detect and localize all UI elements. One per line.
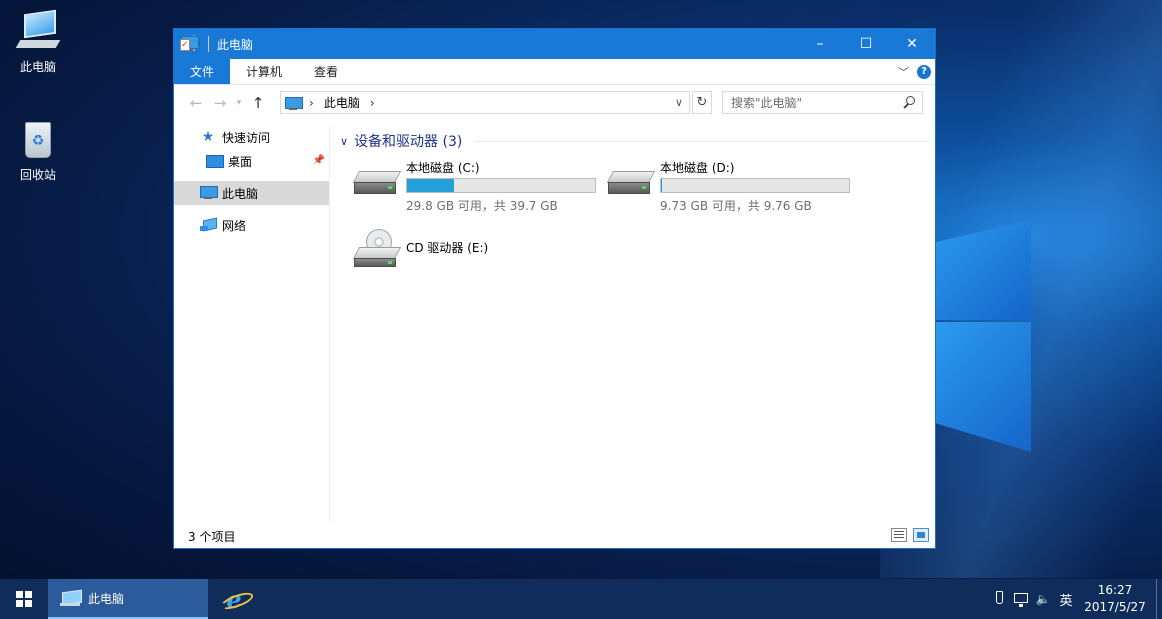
group-header[interactable]: ∨ 设备和驱动器 (3) [340,131,462,151]
recent-locations-chevron-icon[interactable]: ▾ [232,98,246,108]
computer-icon [200,186,218,200]
nav-item-desktop[interactable]: 桌面 📌 [174,149,329,173]
clock[interactable]: 16:27 2017/5/27 [1078,582,1152,616]
address-bar[interactable]: › 此电脑 › ∨ [280,91,690,114]
pin-icon[interactable]: 📌 [313,155,325,166]
windows-wallpaper-logo [936,180,1036,460]
navigation-pane: ★ 快速访问 桌面 📌 此电脑 网络 [174,125,330,523]
clock-time: 16:27 [1097,583,1133,597]
internet-explorer-icon: e [226,584,242,614]
hard-drive-icon [352,159,402,199]
drive-item-e[interactable]: CD 驱动器 (E:) [352,229,489,269]
drive-usage-fill [661,179,662,192]
internet-explorer-button[interactable]: e [210,579,258,619]
drive-free-space: 29.8 GB 可用，共 39.7 GB [406,199,558,213]
group-title: 设备和驱动器 (3) [354,134,463,150]
windows-logo-icon [16,591,32,607]
up-arrow-icon[interactable]: ↑ [246,94,270,112]
nav-item-label: 桌面 [228,154,253,169]
show-desktop-button[interactable] [1156,579,1162,619]
minimize-button[interactable]: – [797,29,843,59]
clock-date: 2017/5/27 [1084,600,1146,614]
computer-icon [60,590,82,606]
window-title: 此电脑 [216,37,253,52]
chevron-right-icon[interactable]: › [370,96,375,110]
cd-drive-icon [352,229,402,269]
expand-ribbon-chevron-icon[interactable]: ﹀ [898,64,909,80]
drive-usage-bar [406,178,596,193]
taskbar: 此电脑 e 🔈 英 16:27 2017/5/27 [0,579,1162,619]
start-button[interactable] [0,579,48,619]
drive-free-space: 9.73 GB 可用，共 9.76 GB [660,199,812,213]
computer-icon [15,9,61,54]
drive-item-d[interactable]: 本地磁盘 (D:) 9.73 GB 可用，共 9.76 GB [606,159,850,214]
nav-item-quick-access[interactable]: ★ 快速访问 [174,125,329,149]
help-icon[interactable]: ? [917,65,931,79]
drive-name: 本地磁盘 (C:) [406,161,480,175]
nav-item-label: 快速访问 [222,130,271,145]
network-icon [200,218,216,232]
large-icons-view-icon[interactable] [913,528,929,542]
tab-view[interactable]: 查看 [298,59,354,84]
network-icon[interactable] [1010,592,1032,607]
nav-item-this-pc[interactable]: 此电脑 [174,181,329,205]
details-view-icon[interactable] [891,528,907,542]
tab-computer[interactable]: 计算机 [230,59,298,84]
title-bar[interactable]: ✓ ▾ 此电脑 – ☐ ✕ [174,29,935,59]
chevron-right-icon[interactable]: › [309,96,314,110]
search-placeholder: 搜索"此电脑" [731,96,803,110]
drive-usage-fill [407,179,454,192]
volume-icon[interactable]: 🔈 [1032,592,1054,606]
system-tray: 🔈 英 16:27 2017/5/27 [988,579,1162,619]
nav-item-label: 网络 [222,218,247,233]
drive-item-c[interactable]: 本地磁盘 (C:) 29.8 GB 可用，共 39.7 GB [352,159,596,214]
close-button[interactable]: ✕ [889,29,935,59]
chevron-down-icon[interactable]: ∨ [669,92,689,113]
hard-drive-icon [606,159,656,199]
star-icon: ★ [201,129,215,145]
drive-name: CD 驱动器 (E:) [406,241,489,255]
refresh-button[interactable]: ↻ [692,91,712,114]
address-path[interactable]: 此电脑 [324,94,360,111]
desktop-icon-recycle-bin[interactable]: ♻ 回收站 [3,118,73,183]
search-icon[interactable] [902,95,916,109]
search-input[interactable]: 搜索"此电脑" [722,91,923,114]
ribbon-tabs: 文件 计算机 查看 ﹀ ? [174,59,935,85]
explorer-window: ✓ ▾ 此电脑 – ☐ ✕ 文件 计算机 查看 ﹀ ? ← → ▾ ↑ › 此电… [173,28,936,549]
divider [474,141,929,142]
properties-icon[interactable]: ✓ [180,39,190,51]
desktop-icon-label: 此电脑 [19,60,56,74]
input-language-indicator[interactable]: 英 [1054,590,1078,609]
recycle-bin-icon: ♻ [16,118,60,162]
back-arrow-icon[interactable]: ← [184,94,208,112]
forward-arrow-icon[interactable]: → [208,94,232,112]
chevron-down-icon[interactable]: ∨ [340,135,348,148]
divider [207,36,209,52]
nav-item-label: 此电脑 [222,186,259,201]
item-count: 3 个项目 [188,529,236,544]
taskbar-item-label: 此电脑 [88,591,125,606]
address-row: ← → ▾ ↑ › 此电脑 › ∨ ↻ 搜索"此电脑" [174,89,935,117]
nav-item-network[interactable]: 网络 [174,213,329,237]
drive-name: 本地磁盘 (D:) [660,161,735,175]
maximize-button[interactable]: ☐ [843,29,889,59]
usb-device-icon[interactable] [988,591,1010,607]
status-bar: 3 个项目 [174,524,935,548]
computer-icon [285,96,303,110]
drive-usage-bar [660,178,850,193]
taskbar-item-this-pc[interactable]: 此电脑 [48,579,208,619]
desktop-icon-this-pc[interactable]: 此电脑 [3,9,73,75]
desktop-icon-label: 回收站 [19,168,56,182]
tab-file[interactable]: 文件 [174,59,231,84]
desktop-icon [206,154,224,168]
